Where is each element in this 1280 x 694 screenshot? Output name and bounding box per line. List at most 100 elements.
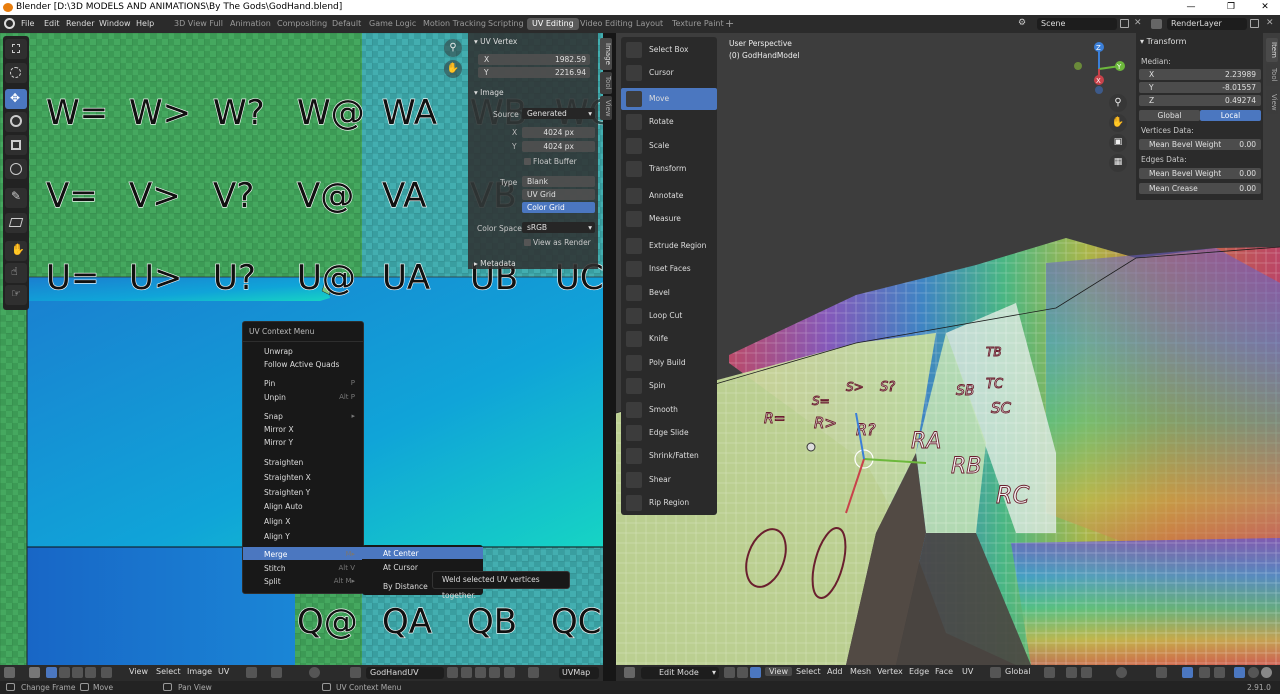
transform-header[interactable]: ▾ Transform xyxy=(1140,37,1186,46)
scale-tool-button[interactable] xyxy=(5,135,27,155)
uv-x-field[interactable]: X 1982.59 xyxy=(478,54,590,65)
minimize-icon[interactable]: — xyxy=(1178,0,1204,15)
menu-file[interactable]: File xyxy=(21,19,34,28)
tool-rotate[interactable]: Rotate xyxy=(621,111,717,133)
overlay-icon[interactable] xyxy=(528,667,539,678)
render-layer-field[interactable]: RenderLayer xyxy=(1167,18,1247,30)
tool-select-box[interactable]: Select Box xyxy=(621,39,717,61)
context-menu-item[interactable]: Follow Active Quads xyxy=(264,360,339,369)
sticky-select-icon[interactable] xyxy=(101,667,112,678)
delete-scene-icon[interactable]: ✕ xyxy=(1134,18,1142,28)
mode-dropdown[interactable]: Edit Mode ▾ xyxy=(641,667,719,679)
context-menu-item[interactable]: Split xyxy=(264,577,281,586)
snap-icon[interactable] xyxy=(1066,667,1077,678)
metadata-header[interactable]: ▸ Metadata xyxy=(474,259,516,268)
editor-type-icon[interactable] xyxy=(4,667,15,678)
tool-transform[interactable]: Transform xyxy=(621,158,717,180)
local-toggle[interactable]: Local xyxy=(1200,110,1261,121)
menu-window[interactable]: Window xyxy=(99,19,131,28)
orientation-dropdown[interactable]: Global xyxy=(1005,667,1031,676)
overlay-icon[interactable] xyxy=(1214,667,1225,678)
vp-menu-view[interactable]: View xyxy=(765,667,792,676)
mean-crease-field[interactable]: Mean Crease 0.00 xyxy=(1139,183,1261,194)
zoom-icon[interactable]: ⚲ xyxy=(1109,94,1127,112)
context-menu-item[interactable]: Align X xyxy=(264,517,290,526)
snap-target-icon[interactable] xyxy=(1081,667,1092,678)
tab-3d-view-full[interactable]: 3D View Full xyxy=(169,18,228,30)
context-menu-item[interactable]: Unwrap xyxy=(264,347,293,356)
new-scene-icon[interactable] xyxy=(1120,19,1129,28)
pinch-tool-button[interactable]: ☞ xyxy=(5,285,27,305)
tab-compositing[interactable]: Compositing xyxy=(272,18,332,30)
context-menu-item[interactable]: Align Y xyxy=(264,532,290,541)
orientation-icon[interactable] xyxy=(990,667,1001,678)
add-workspace-icon[interactable]: + xyxy=(725,17,734,30)
vertex-mode-icon[interactable] xyxy=(46,667,57,678)
tool-measure[interactable]: Measure xyxy=(621,208,717,230)
uvmap-field[interactable]: UVMap xyxy=(559,667,599,679)
global-toggle[interactable]: Global xyxy=(1139,110,1200,121)
context-menu-item[interactable]: Stitch xyxy=(264,564,286,573)
context-menu-item[interactable]: Unpin xyxy=(264,393,286,402)
select-tool-button[interactable] xyxy=(5,39,27,59)
vp-menu-vertex[interactable]: Vertex xyxy=(877,667,903,676)
tab-animation[interactable]: Animation xyxy=(225,18,276,30)
move-tool-button[interactable]: ✥ xyxy=(5,89,27,109)
uv-vertex-header[interactable]: ▾ UV Vertex xyxy=(474,37,517,46)
face-mode-icon[interactable] xyxy=(72,667,83,678)
context-menu-item[interactable]: Straighten X xyxy=(264,473,311,482)
tool-annotate[interactable]: Annotate xyxy=(621,185,717,207)
grid-view-icon[interactable]: ▦ xyxy=(1109,154,1127,172)
merge-by-distance[interactable]: By Distance xyxy=(383,582,428,591)
tool-extrude-region[interactable]: Extrude Region xyxy=(621,235,717,257)
type-option-uv-grid[interactable]: UV Grid xyxy=(522,189,595,200)
blender-menu-icon[interactable] xyxy=(4,18,15,29)
image-browse-icon[interactable] xyxy=(350,667,361,678)
pan-hand-icon[interactable]: ✋ xyxy=(1109,114,1127,132)
tool-poly-build[interactable]: Poly Build xyxy=(621,352,717,374)
close-icon[interactable]: ✕ xyxy=(1252,0,1278,15)
tab-default[interactable]: Default xyxy=(327,18,366,30)
vp-menu-mesh[interactable]: Mesh xyxy=(850,667,871,676)
transform-tool-button[interactable] xyxy=(5,159,27,179)
view-as-render-checkbox[interactable] xyxy=(524,239,531,246)
menu-edit[interactable]: Edit xyxy=(44,19,60,28)
type-option-color-grid[interactable]: Color Grid xyxy=(522,202,595,213)
uv-menu-view[interactable]: View xyxy=(129,667,148,676)
wireframe-shading-icon[interactable] xyxy=(1248,667,1259,678)
context-menu-item[interactable]: Snap xyxy=(264,412,283,421)
tab-texture-paint[interactable]: Texture Paint xyxy=(667,18,729,30)
context-menu-item[interactable]: Straighten xyxy=(264,458,303,467)
tool-spin[interactable]: Spin xyxy=(621,375,717,397)
tab-view-uv[interactable]: View xyxy=(600,96,612,120)
tool-loop-cut[interactable]: Loop Cut xyxy=(621,305,717,327)
float-buffer-checkbox[interactable] xyxy=(524,158,531,165)
proportional-edit-icon[interactable] xyxy=(1116,667,1127,678)
tab-image[interactable]: Image xyxy=(600,38,612,70)
tab-motion-tracking[interactable]: Motion Tracking xyxy=(418,18,491,30)
vp-menu-edge[interactable]: Edge xyxy=(909,667,929,676)
tool-shear[interactable]: Shear xyxy=(621,469,717,491)
tool-cursor[interactable]: Cursor xyxy=(621,62,717,84)
toggle-xray-icon[interactable] xyxy=(1234,667,1245,678)
tab-scripting[interactable]: Scripting xyxy=(483,18,529,30)
new-image-icon[interactable] xyxy=(461,667,472,678)
tool-scale[interactable]: Scale xyxy=(621,135,717,157)
tool-edge-slide[interactable]: Edge Slide xyxy=(621,422,717,444)
zoom-icon[interactable]: ⚲ xyxy=(444,39,462,57)
context-menu-item[interactable]: Pin xyxy=(264,379,275,388)
island-mode-icon[interactable] xyxy=(85,667,96,678)
type-option-blank[interactable]: Blank xyxy=(522,176,595,187)
image-name-field[interactable]: GodHandUV xyxy=(366,667,444,679)
relax-tool-button[interactable]: ☝ xyxy=(5,263,27,283)
uv-menu-uv[interactable]: UV xyxy=(218,667,229,676)
tab-layout[interactable]: Layout xyxy=(631,18,668,30)
tool-rip-region[interactable]: Rip Region xyxy=(621,492,717,514)
generated-width-field[interactable]: X 4024 px xyxy=(512,127,595,138)
color-space-dropdown[interactable]: sRGB ▾ xyxy=(522,222,595,233)
vp-menu-select[interactable]: Select xyxy=(796,667,821,676)
tool-move[interactable]: Move xyxy=(621,88,717,110)
vertex-bevel-weight-field[interactable]: Mean Bevel Weight 0.00 xyxy=(1139,139,1261,150)
tab-item[interactable]: Item xyxy=(1266,38,1278,62)
vp-menu-uv[interactable]: UV xyxy=(962,667,973,676)
